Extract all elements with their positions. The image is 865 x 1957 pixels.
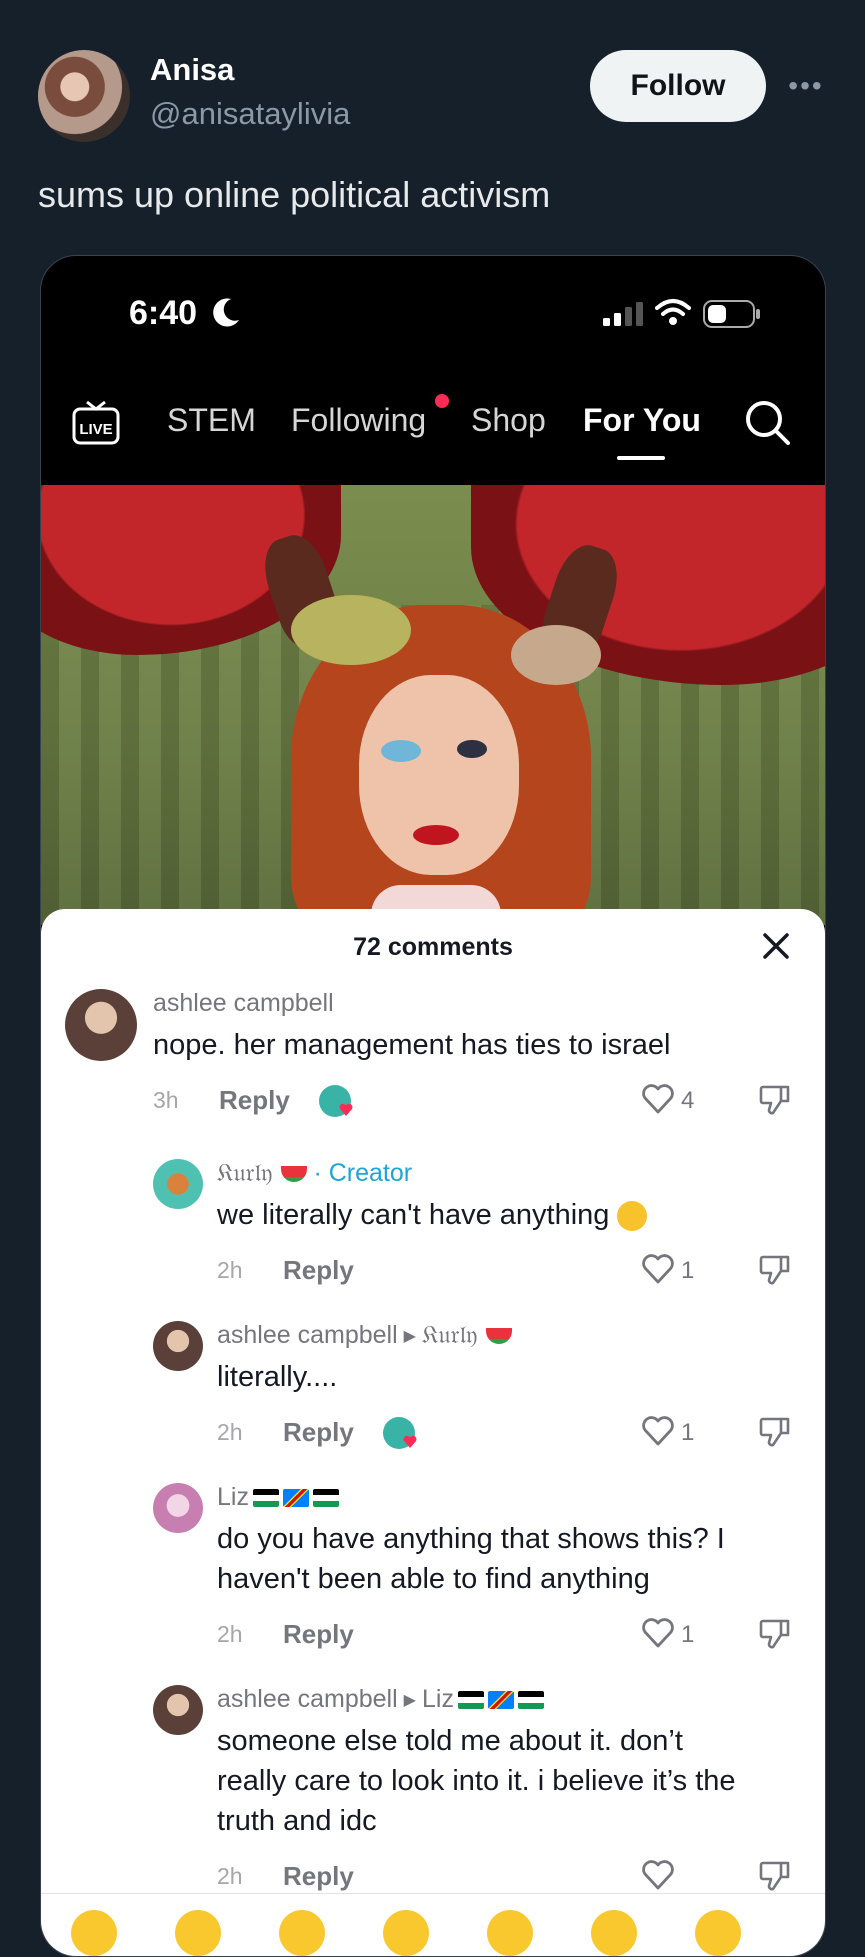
dislike-icon[interactable] [759,1617,791,1651]
commenter-avatar[interactable] [153,1321,203,1371]
emoji-button[interactable] [71,1910,117,1956]
heart-icon [403,1435,417,1448]
comments-sheet: 72 comments ashlee campbell nope. her ma… [41,909,825,1956]
watermelon-icon [485,1328,512,1345]
dislike-icon[interactable] [759,1415,791,1449]
commenter-name[interactable]: ashlee campbell [153,989,334,1018]
reply-button[interactable]: Reply [219,1085,290,1116]
commenter-name[interactable]: ashlee campbell ▶ 𝔎𝔲𝔯𝔩𝔶 [217,1321,512,1350]
like-icon[interactable] [641,1253,675,1285]
emoji-button[interactable] [383,1910,429,1956]
reply-arrow-icon: ▶ [403,1328,416,1346]
svg-text:LIVE: LIVE [79,421,112,438]
comment-item: 𝔎𝔲𝔯𝔩𝔶 · Creator we literally can't have … [41,1159,825,1309]
author-handle[interactable]: @anisataylivia [150,96,350,132]
emoji-button[interactable] [695,1910,741,1956]
like-icon[interactable] [641,1083,675,1115]
palestine-flag-icon [252,1489,279,1508]
tab-stem[interactable]: STEM [167,402,256,439]
sudan-flag-icon [517,1691,544,1710]
top-nav: LIVE STEM Following Shop For You [41,376,825,466]
reply-button[interactable]: Reply [283,1861,354,1892]
dislike-icon[interactable] [759,1859,791,1893]
comment-item: ashlee campbell ▶ Liz someone else told me… [41,1685,825,1915]
tab-for-you[interactable]: For You [583,402,701,439]
live-icon[interactable]: LIVE [71,398,121,448]
comment-text: nope. her management has ties to israel [153,1029,671,1061]
more-options-icon[interactable]: ••• [786,70,826,101]
notification-dot [435,394,449,408]
tab-following[interactable]: Following [291,402,426,439]
emoji-button[interactable] [279,1910,325,1956]
comment-time: 2h [217,1257,243,1283]
comment-text: literally.... [217,1361,338,1393]
like-icon[interactable] [641,1617,675,1649]
like-count: 4 [681,1087,695,1114]
follow-button[interactable]: Follow [590,50,766,122]
comment-time: 2h [217,1621,243,1647]
comment-time: 2h [217,1419,243,1445]
active-tab-indicator [617,456,665,460]
reply-button[interactable]: Reply [283,1417,354,1448]
status-time: 6:40 [129,294,198,332]
comment-text: someone else told me about it. don’t rea… [217,1725,736,1837]
congo-flag-icon [487,1691,514,1710]
comment-item: ashlee campbell nope. her management has… [41,989,825,1139]
close-icon[interactable] [761,931,791,961]
commenter-avatar[interactable] [153,1685,203,1735]
reply-button[interactable]: Reply [283,1255,354,1286]
commenter-name[interactable]: ashlee campbell ▶ Liz [217,1685,544,1714]
emoji-button[interactable] [591,1910,637,1956]
comment-item: Liz do you have anything that shows this… [41,1483,825,1673]
reply-button[interactable]: Reply [283,1619,354,1650]
battery-icon [703,300,760,328]
dislike-icon[interactable] [759,1253,791,1287]
palestine-flag-icon [457,1691,484,1710]
sudan-flag-icon [312,1489,339,1508]
tweet-header: Anisa @anisataylivia Follow ••• [38,48,828,143]
status-bar: 6:40 [41,256,825,356]
commenter-avatar[interactable] [153,1483,203,1533]
author-avatar[interactable] [38,50,130,142]
tweet-text: sums up online political activism [38,174,551,215]
comment-item: ashlee campbell ▶ 𝔎𝔲𝔯𝔩𝔶 literally.... 2h R… [41,1321,825,1471]
commenter-avatar[interactable] [153,1159,203,1209]
emoji-button[interactable] [487,1910,533,1956]
tired-face-icon [617,1201,648,1232]
commenter-avatar[interactable] [65,989,137,1061]
embedded-screenshot[interactable]: 6:40 LIVE STEM Following Shop For You 72… [40,255,826,1957]
wifi-icon [655,299,691,325]
watermelon-icon [280,1166,307,1183]
like-count: 1 [681,1419,695,1446]
search-icon[interactable] [743,398,791,446]
commenter-name[interactable]: Liz [217,1483,339,1512]
video-frame[interactable] [41,485,825,925]
moon-icon [213,298,239,327]
commenter-name[interactable]: 𝔎𝔲𝔯𝔩𝔶 · Creator [217,1159,412,1188]
like-icon[interactable] [641,1859,675,1891]
comment-time: 2h [217,1863,243,1889]
comment-time: 3h [153,1087,179,1113]
reply-arrow-icon: ▶ [403,1692,416,1710]
like-icon[interactable] [641,1415,675,1447]
signal-icon [603,302,643,326]
like-count: 1 [681,1621,695,1648]
heart-icon [339,1103,353,1116]
comments-count: 72 comments [353,933,513,961]
congo-flag-icon [282,1489,309,1508]
dislike-icon[interactable] [759,1083,791,1117]
emoji-button[interactable] [175,1910,221,1956]
emoji-bar-divider [41,1893,825,1894]
tab-shop[interactable]: Shop [471,402,546,439]
like-count: 1 [681,1257,695,1284]
emoji-quick-bar [41,1896,825,1956]
creator-badge: · Creator [313,1159,413,1187]
author-name[interactable]: Anisa [150,52,234,88]
comment-text: do you have anything that shows this? I … [217,1523,725,1595]
comment-text: we literally can't have anything [217,1195,648,1235]
